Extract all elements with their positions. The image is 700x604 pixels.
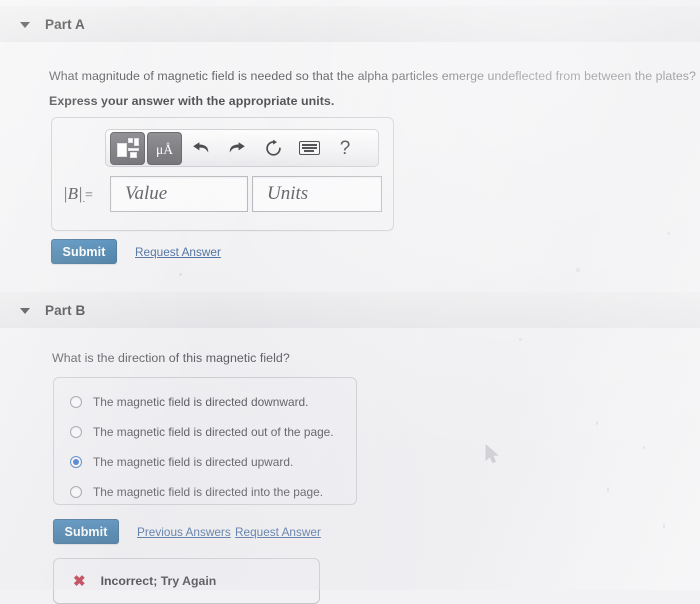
template-matrix-icon <box>116 138 139 158</box>
radio-button-out-of-page[interactable] <box>70 426 82 438</box>
choice-label: The magnetic field is directed downward. <box>93 395 309 409</box>
choice-row[interactable]: The magnetic field is directed upward. <box>54 447 356 477</box>
value-input[interactable]: Value <box>110 176 248 212</box>
mouse-cursor-icon <box>485 444 499 464</box>
part-a-header[interactable]: Part A <box>0 6 700 42</box>
part-a-answer-panel: μÅ ? |B|.= Value Units <box>51 117 394 231</box>
part-b-title: Part B <box>45 302 86 318</box>
part-b-request-answer-link[interactable]: Request Answer <box>235 525 321 539</box>
units-placeholder: Units <box>267 183 309 204</box>
part-a-submit-button[interactable]: Submit <box>51 239 117 264</box>
choice-row[interactable]: The magnetic field is directed out of th… <box>54 417 356 447</box>
radio-button-upward[interactable] <box>70 456 82 468</box>
equals-sign: = <box>84 188 93 203</box>
scan-speck <box>607 487 609 492</box>
x-mark-icon: ✖ <box>73 572 86 590</box>
units-button[interactable]: μÅ <box>147 131 182 165</box>
reset-circular-arrow-icon <box>265 139 281 156</box>
undo-arrow-icon <box>193 142 209 153</box>
part-b-question: What is the direction of this magnetic f… <box>52 351 290 365</box>
redo-button[interactable] <box>220 133 254 163</box>
question-mark-icon: ? <box>339 137 351 159</box>
scan-speck <box>519 338 522 341</box>
redo-arrow-icon <box>229 142 245 153</box>
choice-row[interactable]: The magnetic field is directed downward. <box>54 387 356 417</box>
choice-label: The magnetic field is directed upward. <box>93 455 294 469</box>
scan-speck <box>179 273 182 276</box>
choice-row[interactable]: The magnetic field is directed into the … <box>54 477 356 507</box>
radio-button-into-page[interactable] <box>70 486 82 498</box>
part-b-previous-answers-link[interactable]: Previous Answers <box>137 525 231 539</box>
collapse-caret-icon[interactable] <box>20 305 31 316</box>
value-placeholder: Value <box>125 183 168 204</box>
scan-speck <box>576 268 580 272</box>
scan-speck <box>643 446 645 449</box>
undo-button[interactable] <box>184 133 218 163</box>
scan-speck <box>667 232 670 235</box>
feedback-message: Incorrect; Try Again <box>100 574 217 588</box>
scan-speck <box>663 523 665 529</box>
choice-label: The magnetic field is directed into the … <box>93 485 324 499</box>
scan-speck <box>208 489 211 492</box>
scan-speck <box>596 421 598 425</box>
collapse-caret-icon[interactable] <box>20 19 31 30</box>
help-button[interactable]: ? <box>328 133 362 163</box>
assignment-page: Part A What magnitude of magnetic field … <box>0 0 700 604</box>
part-a-request-answer-link[interactable]: Request Answer <box>135 245 221 259</box>
radio-button-downward[interactable] <box>70 396 82 408</box>
keyboard-button[interactable] <box>292 133 326 163</box>
part-a-instruction: Express your answer with the appropriate… <box>49 94 335 108</box>
b-symbol: |B| <box>63 184 83 203</box>
micro-angstrom-icon: μÅ <box>156 142 173 158</box>
math-entry-toolbar: μÅ ? <box>105 129 379 167</box>
part-a-title: Part A <box>45 16 85 32</box>
keyboard-icon <box>298 141 320 155</box>
part-b-feedback-box: ✖ Incorrect; Try Again <box>53 558 320 604</box>
part-a-question: What magnitude of magnetic field is need… <box>49 69 696 83</box>
template-matrix-button[interactable] <box>110 131 145 165</box>
part-b-choices-panel: The magnetic field is directed downward.… <box>53 377 357 505</box>
part-b-header[interactable]: Part B <box>0 292 700 328</box>
magnitude-b-label: |B|.= <box>63 184 93 204</box>
choice-label: The magnetic field is directed out of th… <box>93 425 334 439</box>
part-b-submit-button[interactable]: Submit <box>53 519 119 544</box>
units-input[interactable]: Units <box>252 176 382 212</box>
reset-button[interactable] <box>256 133 290 163</box>
